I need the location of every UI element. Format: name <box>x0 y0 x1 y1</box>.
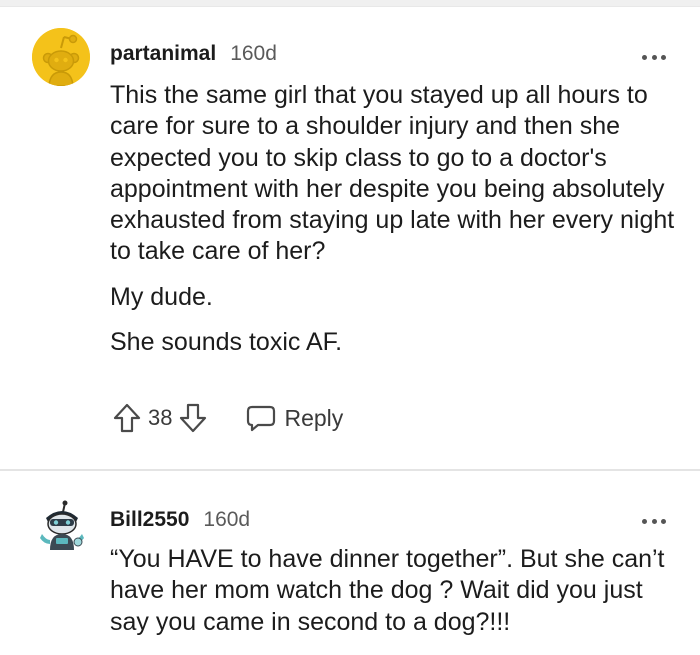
downvote-button[interactable] <box>176 401 210 435</box>
avatar[interactable] <box>32 28 90 86</box>
dot-icon <box>651 54 657 60</box>
top-divider <box>0 0 700 7</box>
reply-button[interactable]: Reply <box>246 404 343 432</box>
downvote-arrow-icon <box>180 403 207 433</box>
upvote-arrow-icon <box>113 403 141 433</box>
snoo-character-avatar-icon <box>40 500 84 550</box>
comment-paragraph: She sounds toxic AF. <box>110 328 343 357</box>
vote-score: 38 <box>148 405 173 430</box>
more-options-button[interactable] <box>642 52 666 62</box>
comment-actions: 38 Reply <box>110 398 343 438</box>
comment-paragraph: This the same girl that you stayed up al… <box>110 81 675 266</box>
more-options-button[interactable] <box>642 516 666 526</box>
dot-icon <box>651 518 657 524</box>
dot-icon <box>642 54 647 60</box>
comment-age: 160d <box>203 508 251 531</box>
comment: Bill2550 160d “You HAVE to have dinner t… <box>0 480 700 655</box>
comment-meta: partanimal 160d <box>110 42 277 70</box>
dot-icon <box>661 518 666 524</box>
username[interactable]: Bill2550 <box>110 508 189 532</box>
comment-paragraph: “You HAVE to have dinner together”. But … <box>110 545 665 636</box>
comment-body: This the same girl that you stayed up al… <box>110 80 680 358</box>
comment-age: 160d <box>230 42 277 65</box>
reddit-snoo-avatar-icon <box>32 28 90 86</box>
speech-bubble-icon <box>247 405 276 432</box>
comment-meta: Bill2550 160d <box>110 508 250 536</box>
reply-label: Reply <box>284 404 344 431</box>
comment-body: “You HAVE to have dinner together”. But … <box>110 544 680 638</box>
avatar[interactable] <box>36 500 88 552</box>
comment-paragraph: My dude. <box>110 282 213 311</box>
comment-divider <box>0 469 700 471</box>
dot-icon <box>661 54 666 60</box>
comment: partanimal 160d This the same girl that … <box>0 22 700 470</box>
upvote-button[interactable] <box>110 401 144 435</box>
username[interactable]: partanimal <box>110 42 216 66</box>
dot-icon <box>642 518 647 524</box>
